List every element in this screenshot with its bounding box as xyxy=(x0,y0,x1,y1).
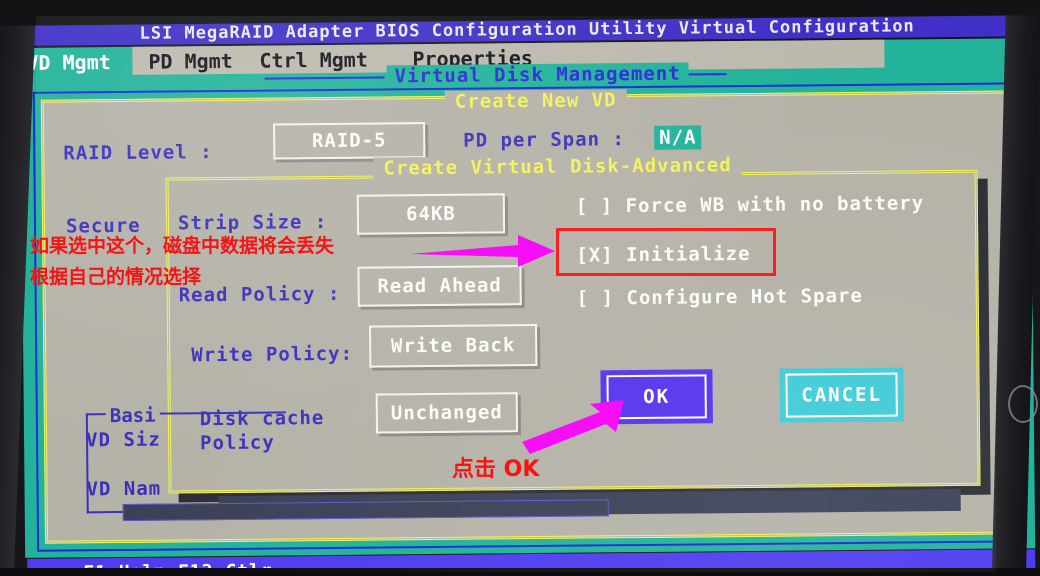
strip-size-value[interactable]: 64KB xyxy=(356,193,506,235)
write-policy-value[interactable]: Write Back xyxy=(368,323,538,368)
read-policy-label: Read Policy : xyxy=(178,282,341,307)
annotation-warning-line1: 如果选中这个，磁盘中数据将会丢失 xyxy=(30,235,335,257)
bios-screen: LSI MegaRAID Adapter BIOS Configuration … xyxy=(14,6,1036,576)
initialize-highlight-rect xyxy=(556,228,776,276)
create-new-vd-title: Create New VD xyxy=(444,89,627,113)
raid-level-label: RAID Level : xyxy=(63,141,213,165)
arrow-to-ok-button xyxy=(522,400,624,454)
vd-name-label: VD Nam xyxy=(86,477,162,501)
monitor-power-indicator-icon xyxy=(1008,385,1038,423)
write-policy-label: Write Policy: xyxy=(191,342,354,367)
checkbox-configure-hot-spare[interactable]: [ ] Configure Hot Spare xyxy=(577,285,863,310)
vd-size-label: VD Siz xyxy=(85,428,161,452)
annotation-warning-line2: 根据自己的情况选择 xyxy=(30,266,202,288)
tab-ctrl-mgmt[interactable]: Ctrl Mgmt xyxy=(259,46,368,76)
checkbox-force-wb[interactable]: [ ] Force WB with no battery xyxy=(576,192,924,217)
tab-vd-mgmt[interactable]: VD Mgmt xyxy=(26,48,111,78)
monitor-bezel-bottom xyxy=(0,568,1040,576)
disk-cache-policy-label-line1: Disk cache xyxy=(199,407,325,431)
photo-of-monitor: LSI MegaRAID Adapter BIOS Configuration … xyxy=(0,0,1040,576)
disk-cache-policy-value[interactable]: Unchanged xyxy=(375,392,519,434)
raid-level-value[interactable]: RAID-5 xyxy=(273,122,426,160)
tab-pd-mgmt[interactable]: PD Mgmt xyxy=(148,47,233,77)
pd-per-span-value[interactable]: N/A xyxy=(654,125,702,150)
section-title-rule-right xyxy=(686,73,727,76)
pd-per-span-label: PD per Span : xyxy=(463,128,626,152)
section-title: Virtual Disk Management xyxy=(386,62,689,88)
advanced-dialog-title: Create Virtual Disk-Advanced xyxy=(373,154,742,180)
disk-cache-policy-label-line2: Policy xyxy=(200,431,275,455)
basic-settings-title: Basi xyxy=(105,404,160,428)
cancel-button[interactable]: CANCEL xyxy=(779,367,904,423)
arrow-to-initialize xyxy=(410,235,555,267)
cancel-button-inner-border xyxy=(785,372,898,418)
